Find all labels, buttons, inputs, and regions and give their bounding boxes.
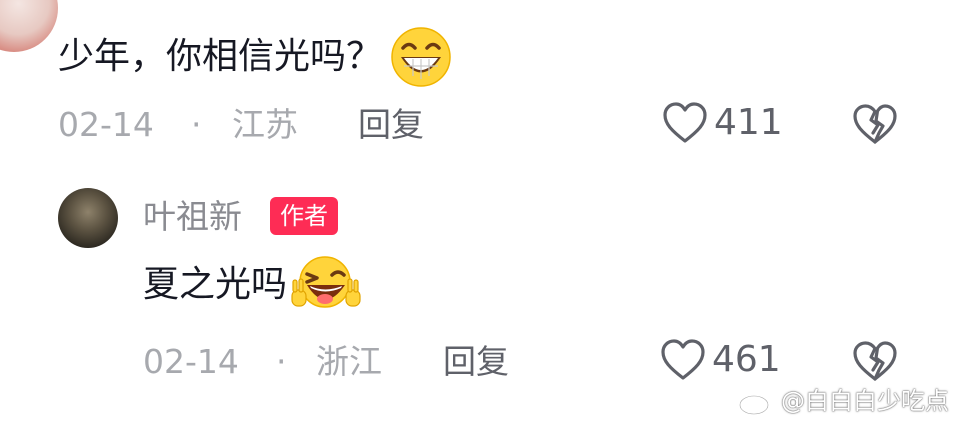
grinning-teeth-emoji: [391, 27, 451, 87]
like-button[interactable]: 411: [662, 101, 783, 145]
author-avatar[interactable]: [58, 188, 118, 248]
comment-date: 02-14: [58, 105, 154, 144]
commenter-avatar[interactable]: [0, 0, 58, 52]
reply-button[interactable]: 回复: [443, 342, 509, 382]
reply-location: 浙江: [316, 342, 382, 381]
comment-location: 江苏: [232, 105, 298, 144]
comment-body: 少年，你相信光吗？: [58, 26, 452, 88]
broken-heart-icon[interactable]: [852, 340, 898, 382]
comment-text: 少年，你相信光吗？: [58, 36, 383, 77]
watermark: @白白白少吃点: [737, 386, 949, 416]
watermark-text: @白白白少吃点: [781, 387, 949, 415]
author-badge: 作者: [270, 197, 338, 235]
heart-outline-icon: [663, 102, 707, 143]
reply-body: 夏之光吗: [143, 254, 365, 316]
like-count: 411: [714, 102, 783, 143]
reply-username[interactable]: 叶祖新: [143, 197, 242, 237]
meta-separator: ·: [276, 342, 287, 381]
meta-separator: ·: [191, 105, 202, 144]
broken-heart-icon[interactable]: [852, 103, 898, 145]
reply-button[interactable]: 回复: [358, 105, 424, 145]
like-button[interactable]: 461: [660, 338, 781, 382]
comment-thread: 少年，你相信光吗？ 02-14 · 江苏 回复 411 叶祖新 作者 夏之光吗: [0, 0, 957, 422]
laughing-wink-emoji: [291, 256, 361, 308]
reply-date: 02-14: [143, 342, 239, 381]
reply-text: 夏之光吗: [143, 264, 288, 305]
weibo-logo-icon: [738, 388, 775, 416]
like-count: 461: [712, 339, 781, 380]
heart-outline-icon: [661, 339, 705, 380]
